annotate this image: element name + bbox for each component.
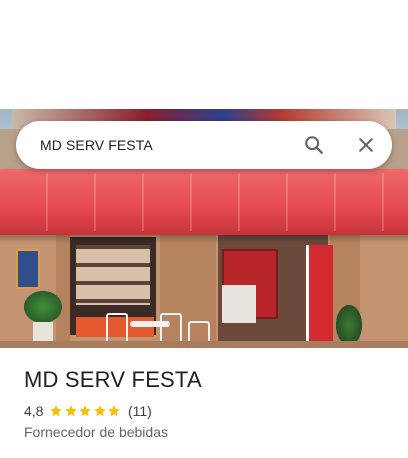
search-input[interactable]: MD SERV FESTA bbox=[40, 121, 153, 169]
star-icon bbox=[108, 405, 121, 417]
place-info-panel[interactable]: MD SERV FESTA 4,8 (11) Fornecedor de beb… bbox=[0, 348, 408, 458]
map-blank-area bbox=[0, 0, 408, 109]
rating-row[interactable]: 4,8 (11) bbox=[24, 402, 152, 420]
search-icon bbox=[305, 136, 323, 154]
rating-stars bbox=[49, 404, 122, 418]
photo-floor bbox=[0, 341, 408, 348]
review-count[interactable]: (11) bbox=[128, 403, 152, 419]
place-title: MD SERV FESTA bbox=[24, 367, 202, 392]
photo-poster bbox=[16, 249, 40, 289]
star-icon bbox=[65, 405, 77, 417]
search-bar[interactable]: MD SERV FESTA bbox=[16, 121, 392, 169]
rating-value: 4,8 bbox=[24, 403, 44, 419]
photo-cooler bbox=[306, 245, 333, 343]
close-button[interactable] bbox=[346, 125, 386, 165]
photo-plant bbox=[336, 305, 362, 345]
photo-freezer bbox=[222, 285, 256, 323]
close-icon bbox=[359, 138, 373, 152]
photo-awning-ribs bbox=[0, 173, 408, 231]
place-category: Fornecedor de bebidas bbox=[24, 424, 168, 440]
star-icon bbox=[50, 405, 63, 417]
star-icon bbox=[79, 405, 92, 417]
photo-shelves bbox=[76, 245, 150, 305]
search-button[interactable] bbox=[294, 125, 334, 165]
photo-plant bbox=[24, 291, 62, 323]
star-icon bbox=[94, 405, 106, 417]
